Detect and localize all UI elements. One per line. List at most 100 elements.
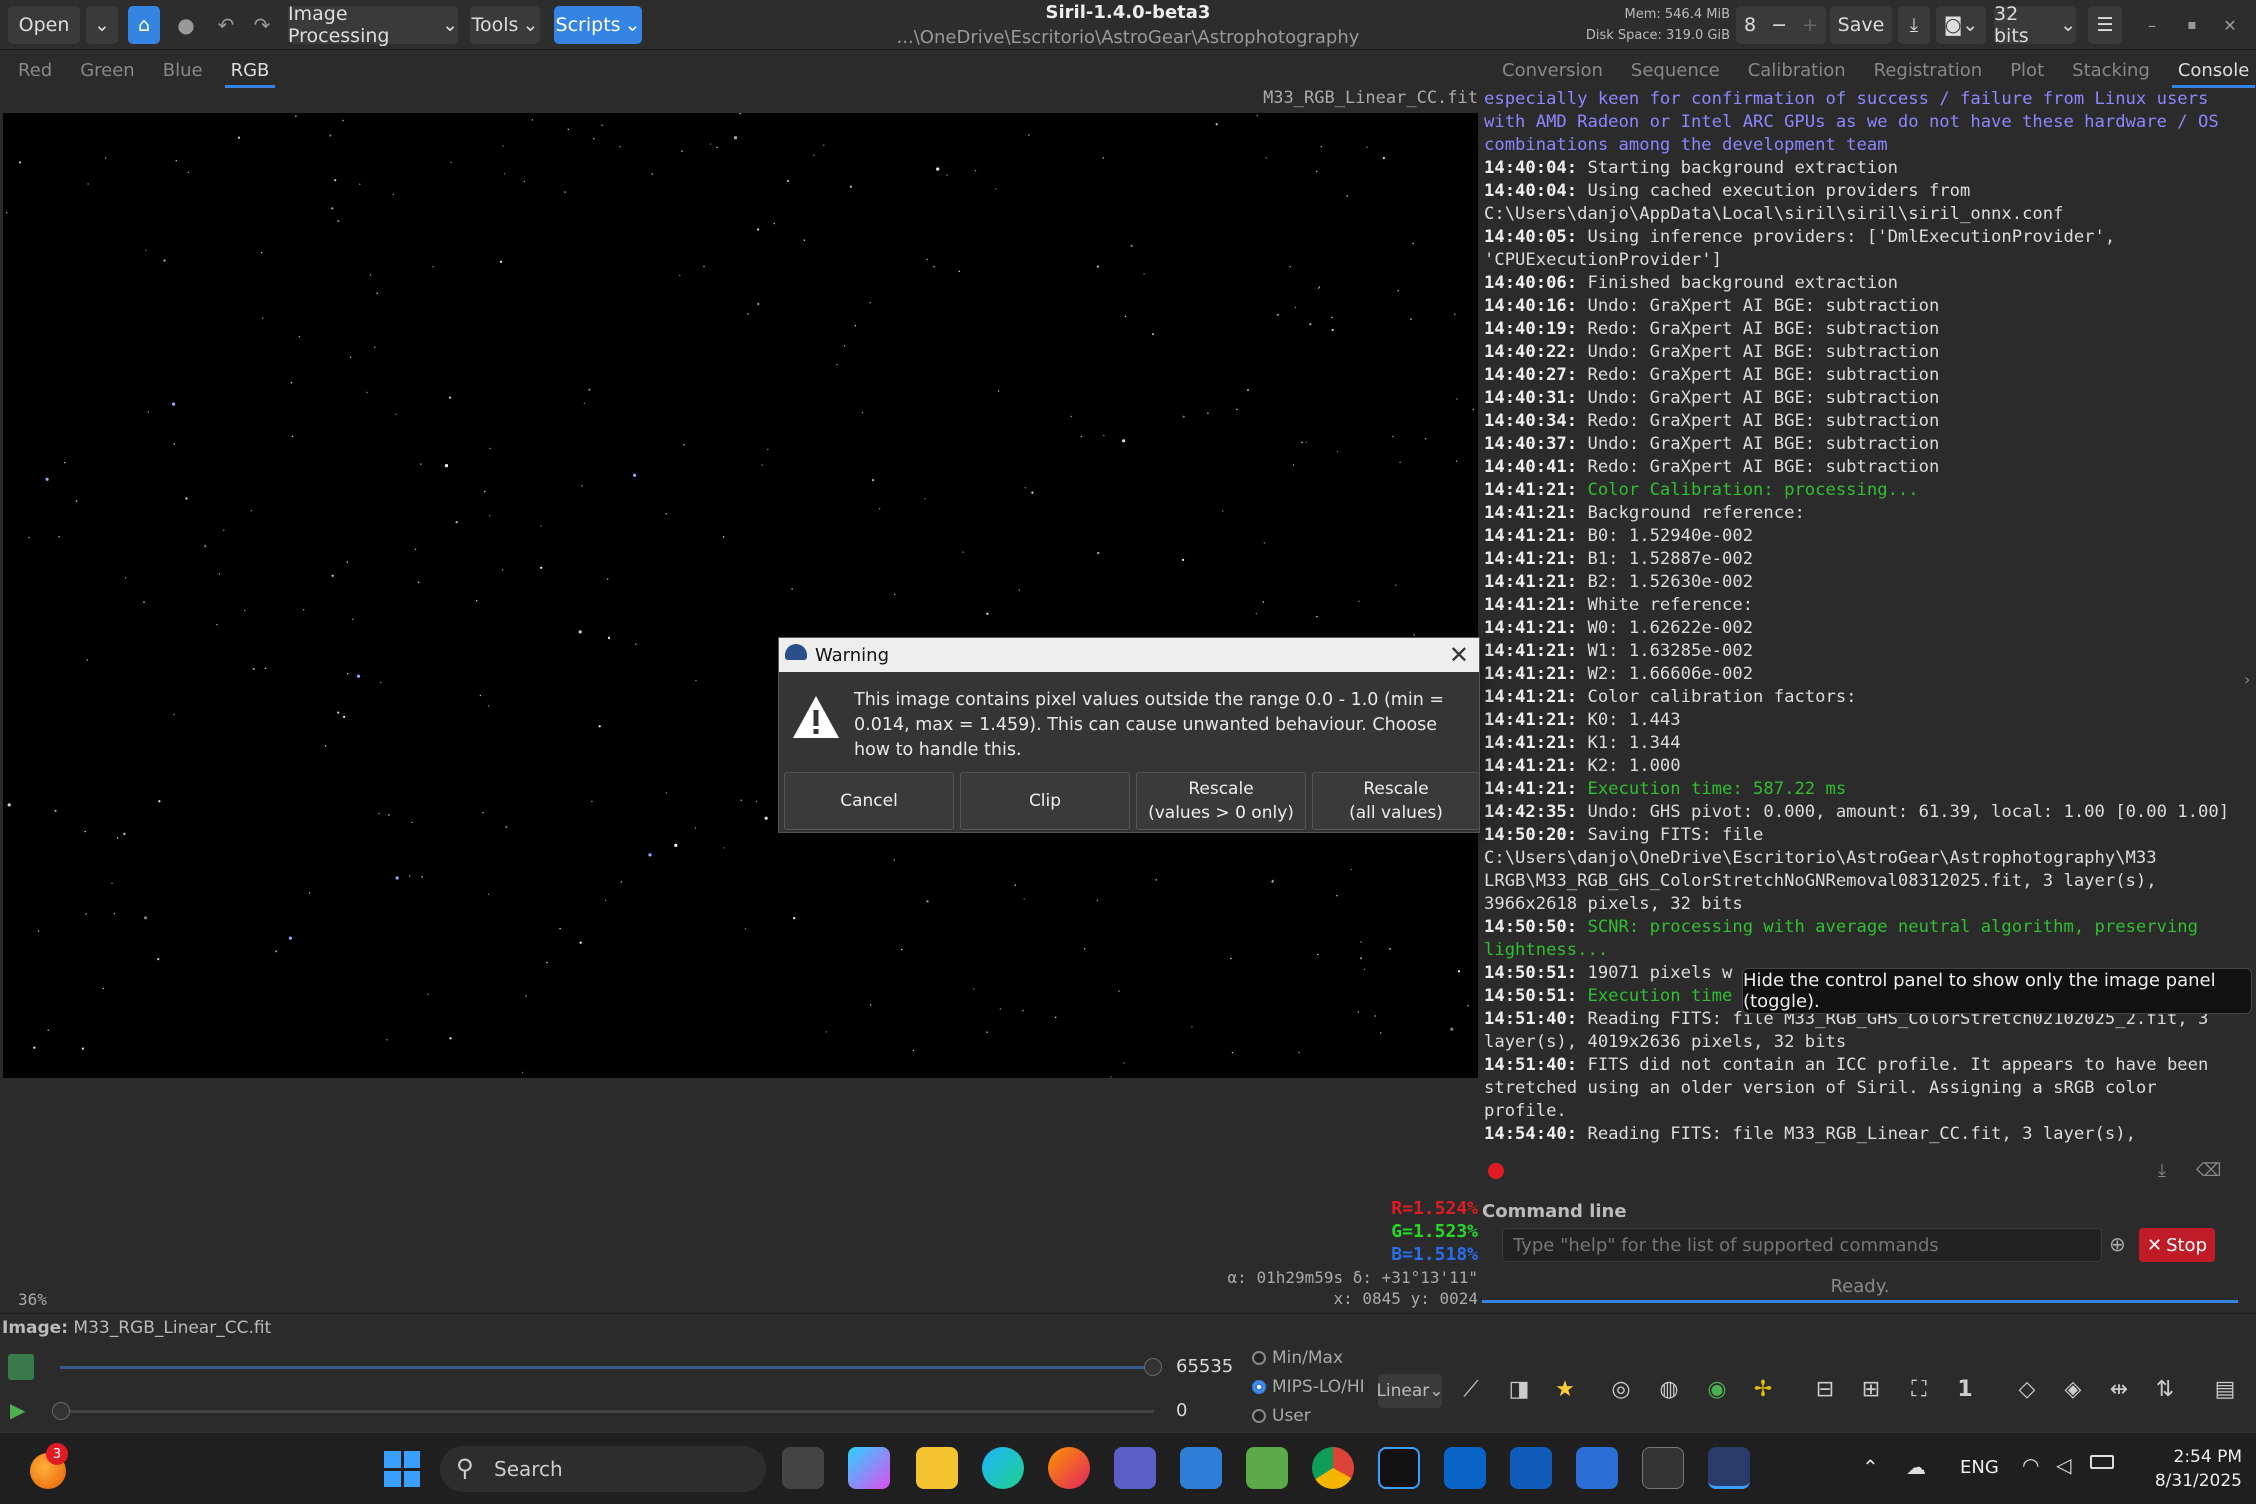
command-input[interactable] — [1502, 1228, 2102, 1262]
battery-icon[interactable] — [2090, 1455, 2114, 1469]
color-picker-icon[interactable]: ⟋ — [1454, 1372, 1488, 1406]
plus-icon[interactable]: + — [1802, 14, 1818, 36]
console-panel: especially keen for confirmation of succ… — [1482, 88, 2238, 1313]
radio-dot — [1252, 1380, 1266, 1394]
teams-icon[interactable] — [1114, 1447, 1156, 1489]
save-log-icon[interactable]: ⤓ — [2158, 1160, 2166, 1181]
tab-calibration[interactable]: Calibration — [1734, 52, 1860, 88]
tab-registration[interactable]: Registration — [1860, 52, 1997, 88]
radio-minmax[interactable]: Min/Max — [1252, 1348, 1343, 1368]
hi-slider-handle[interactable] — [1144, 1358, 1162, 1376]
star — [346, 561, 348, 563]
clock[interactable]: 2:54 PM 8/31/2025 — [2130, 1445, 2242, 1493]
taskbar-search[interactable]: ⚲ Search — [440, 1446, 766, 1492]
display-mode-dropdown[interactable]: Linear ⌄ — [1376, 1374, 1444, 1408]
image-canvas[interactable] — [3, 113, 1478, 1078]
zoom-out-icon[interactable]: ⊟ — [1808, 1372, 1842, 1406]
clear-log-icon[interactable]: ⌫ — [2196, 1160, 2221, 1181]
star — [1472, 408, 1475, 411]
zoom-in-icon[interactable]: ⊞ — [1854, 1372, 1888, 1406]
rotate-left-icon[interactable]: ◇ — [2010, 1372, 2044, 1406]
chrome-icon[interactable] — [1312, 1447, 1354, 1489]
minimize-icon[interactable]: – — [2136, 6, 2168, 44]
file-explorer-icon[interactable] — [916, 1447, 958, 1489]
lo-slider-handle[interactable] — [52, 1402, 70, 1420]
console-line: especially keen for confirmation of succ… — [1484, 88, 2238, 157]
globe-icon[interactable]: ◍ — [1652, 1372, 1686, 1406]
store-icon[interactable] — [1180, 1447, 1222, 1489]
firefox-icon[interactable] — [1048, 1447, 1090, 1489]
tab-red[interactable]: Red — [4, 52, 66, 88]
annotate-icon[interactable]: ✢ — [1746, 1372, 1780, 1406]
console-line: 14:50:20: Saving FITS: file C:\Users\dan… — [1484, 824, 2238, 916]
tab-sequence[interactable]: Sequence — [1617, 52, 1734, 88]
histogram-icon[interactable] — [8, 1354, 34, 1380]
target-icon[interactable]: ◉ — [1700, 1372, 1734, 1406]
cloud-icon[interactable]: ☁ — [1906, 1455, 1926, 1479]
outlook-new-icon[interactable] — [1444, 1447, 1486, 1489]
app-icon[interactable] — [1246, 1447, 1288, 1489]
star-icon[interactable]: ★ — [1548, 1372, 1582, 1406]
outlook-icon[interactable] — [1510, 1447, 1552, 1489]
cancel-button[interactable]: Cancel — [784, 772, 954, 830]
help-icon[interactable]: ⊕ — [2109, 1232, 2126, 1256]
radio-user[interactable]: User — [1252, 1406, 1311, 1426]
play-icon[interactable]: ▶ — [10, 1398, 25, 1422]
console-line: 14:41:21: Color calibration factors: — [1484, 686, 2238, 709]
maximize-icon[interactable]: ▪ — [2176, 6, 2208, 44]
console-message: Redo: GraXpert AI BGE: subtraction — [1577, 319, 1940, 339]
zoom-fit-icon[interactable]: ⛶ — [1902, 1372, 1936, 1406]
radio-mips[interactable]: MIPS-LO/HI — [1252, 1377, 1365, 1397]
terminal-icon[interactable] — [1642, 1447, 1684, 1489]
panel-toggle-icon[interactable]: › — [2244, 670, 2250, 689]
chevron-up-icon[interactable]: ⌃ — [1862, 1455, 1879, 1479]
tab-stacking[interactable]: Stacking — [2058, 52, 2164, 88]
main-menu-button[interactable]: ☰ — [2088, 6, 2122, 44]
tab-green[interactable]: Green — [66, 52, 149, 88]
tab-rgb[interactable]: RGB — [217, 52, 284, 88]
zoom-one-icon[interactable]: 1 — [1948, 1372, 1982, 1406]
minus-icon[interactable]: − — [1771, 14, 1787, 36]
star — [893, 859, 895, 861]
save-as-button[interactable]: ⤓ — [1898, 6, 1930, 44]
siril-taskbar-icon[interactable] — [1708, 1447, 1750, 1489]
rescale-positive-button[interactable]: Rescale (values > 0 only) — [1136, 772, 1306, 830]
star — [1346, 195, 1348, 197]
copilot-icon[interactable] — [848, 1447, 890, 1489]
tab-conversion[interactable]: Conversion — [1488, 52, 1617, 88]
star — [1399, 461, 1401, 464]
edge-icon[interactable] — [982, 1447, 1024, 1489]
windows-start-icon[interactable] — [384, 1451, 420, 1487]
star — [793, 917, 796, 920]
mirror-x-icon[interactable]: ⇹ — [2102, 1372, 2136, 1406]
app-icon-2[interactable] — [1378, 1447, 1420, 1489]
photometry-icon[interactable]: ◎ — [1604, 1372, 1638, 1406]
star — [695, 679, 697, 682]
tab-blue[interactable]: Blue — [149, 52, 217, 88]
mirror-y-icon[interactable]: ⇅ — [2148, 1372, 2182, 1406]
rotate-right-icon[interactable]: ◈ — [2056, 1372, 2090, 1406]
rescale-all-button[interactable]: Rescale (all values) — [1312, 772, 1480, 830]
console-message: W1: 1.63285e-002 — [1577, 641, 1754, 661]
tab-console[interactable]: Console — [2164, 52, 2256, 88]
close-icon[interactable]: ✕ — [2214, 6, 2246, 44]
panel-layout-icon[interactable]: ▤ — [2208, 1372, 2242, 1406]
hi-slider[interactable] — [60, 1366, 1154, 1369]
negative-icon[interactable]: ◨ — [1502, 1372, 1536, 1406]
tab-plot[interactable]: Plot — [1996, 52, 2058, 88]
language-indicator[interactable]: ENG — [1960, 1457, 1999, 1478]
task-view-icon[interactable] — [782, 1447, 824, 1489]
snapshot-button[interactable]: ◙ ⌄ — [1936, 6, 1986, 44]
clip-button[interactable]: Clip — [960, 772, 1130, 830]
volume-icon[interactable]: ◁ — [2056, 1453, 2071, 1477]
wifi-icon[interactable]: ◠ — [2022, 1453, 2039, 1477]
stop-button[interactable]: ✕ Stop — [2139, 1228, 2215, 1262]
photos-icon[interactable] — [1576, 1447, 1618, 1489]
save-button[interactable]: Save — [1830, 6, 1892, 44]
star — [346, 673, 349, 675]
cpu-spin[interactable]: 8− + — [1736, 6, 1826, 44]
lo-slider[interactable] — [60, 1410, 1154, 1413]
star — [635, 643, 637, 645]
close-icon[interactable]: ✕ — [1449, 641, 1469, 669]
bitdepth-dropdown[interactable]: 32 bits ⌄ — [1994, 3, 2076, 47]
